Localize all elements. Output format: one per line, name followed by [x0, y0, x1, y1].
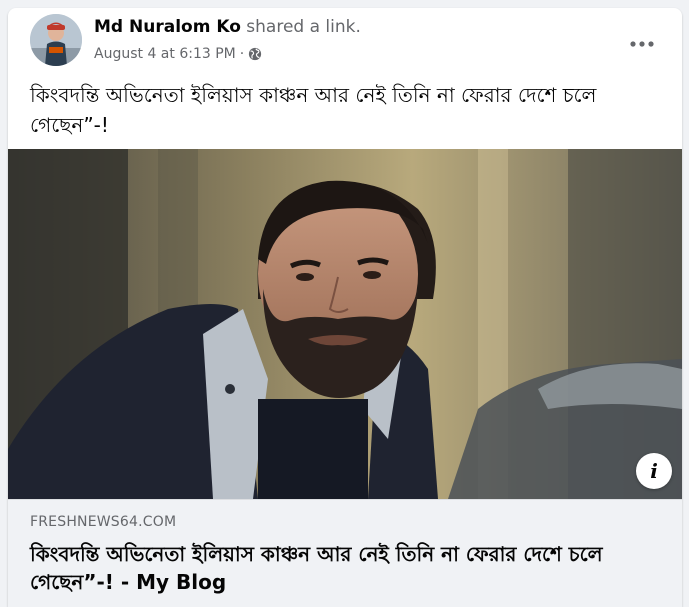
more-options-icon — [630, 41, 654, 47]
post-timestamp[interactable]: August 4 at 6:13 PM — [94, 46, 236, 62]
post-text: কিংবদন্তি অভিনেতা ইলিয়াস কাঞ্চন আর নেই … — [30, 83, 597, 137]
globe-icon[interactable] — [248, 47, 262, 61]
more-options-button[interactable] — [624, 26, 660, 62]
post-card: Md Nuralom Ko shared a link. August 4 at… — [8, 8, 682, 607]
link-preview[interactable]: FRESHNEWS64.COM কিংবদন্তি অভিনেতা ইলিয়া… — [8, 499, 682, 607]
avatar[interactable] — [30, 14, 82, 66]
link-preview-image[interactable]: i — [8, 149, 682, 499]
avatar-image — [30, 14, 82, 66]
author-line: Md Nuralom Ko shared a link. — [94, 17, 361, 37]
info-button[interactable]: i — [636, 453, 672, 489]
post-header: Md Nuralom Ko shared a link. August 4 at… — [8, 8, 682, 72]
link-domain: FRESHNEWS64.COM — [30, 514, 177, 530]
info-icon: i — [650, 459, 658, 483]
meta-separator: · — [239, 46, 245, 62]
post-meta: August 4 at 6:13 PM · — [94, 46, 262, 62]
post-action: shared a link. — [246, 17, 361, 37]
link-title[interactable]: কিংবদন্তি অভিনেতা ইলিয়াস কাঞ্চন আর নেই … — [30, 540, 655, 596]
actor-photo — [8, 149, 682, 499]
author-name[interactable]: Md Nuralom Ko — [94, 17, 241, 37]
